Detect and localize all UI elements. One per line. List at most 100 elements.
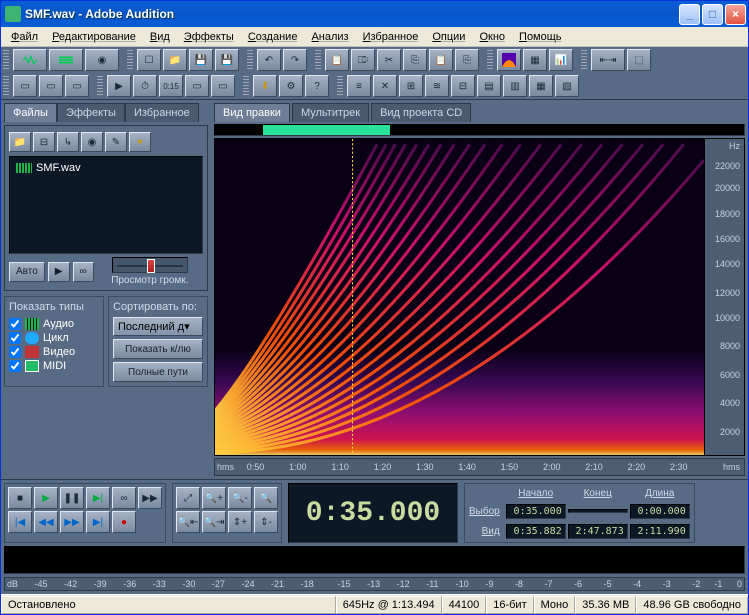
play-loop-icon[interactable]: ∞ xyxy=(112,487,136,509)
fx-4-icon[interactable]: ≋ xyxy=(425,75,449,97)
file-list[interactable]: SMF.wav xyxy=(9,156,203,254)
close-button[interactable]: × xyxy=(725,4,746,25)
zoom-vert-in-icon[interactable]: ⇕+ xyxy=(228,511,252,533)
preview-play-icon[interactable]: ▶ xyxy=(48,262,70,282)
toolbar-grip[interactable] xyxy=(3,76,9,96)
new-icon[interactable]: ☐ xyxy=(137,49,161,71)
play-icon[interactable]: ▶ xyxy=(34,487,58,509)
trim-icon[interactable]: ⎄ xyxy=(351,49,375,71)
toolbar-grip[interactable] xyxy=(337,76,343,96)
cut-icon[interactable]: ✂ xyxy=(377,49,401,71)
toolbar-grip[interactable] xyxy=(487,50,493,70)
copy-icon[interactable]: ⎘ xyxy=(403,49,427,71)
waveform-view-icon[interactable] xyxy=(13,49,47,71)
menu-options[interactable]: Опции xyxy=(426,29,471,45)
file-item[interactable]: SMF.wav xyxy=(14,161,198,175)
menu-edit[interactable]: Редактирование xyxy=(46,29,142,45)
zoom-sel-icon[interactable]: 🔍 xyxy=(254,487,278,509)
zoom-full-icon[interactable]: ⤢ xyxy=(176,487,200,509)
play-skip-icon[interactable]: ▶▶ xyxy=(138,487,162,509)
multitrack-view-icon[interactable] xyxy=(49,49,83,71)
redo-icon[interactable]: ↷ xyxy=(283,49,307,71)
settings-icon[interactable]: ⚙ xyxy=(279,75,303,97)
overview-bar[interactable] xyxy=(214,124,745,136)
save-copy-icon[interactable]: 💾 xyxy=(215,49,239,71)
forward-icon[interactable]: ▶▶ xyxy=(60,511,84,533)
level-meter-icon[interactable]: ▭ xyxy=(211,75,235,97)
paste-icon[interactable]: 📋 xyxy=(429,49,453,71)
menu-view[interactable]: Вид xyxy=(144,29,176,45)
pause-icon[interactable]: ❚❚ xyxy=(60,487,84,509)
sidebar-tab-effects[interactable]: Эффекты xyxy=(57,103,125,122)
zoom-vert-out-icon[interactable]: ⇕- xyxy=(254,511,278,533)
view-end[interactable]: 2:47.873 xyxy=(568,524,628,539)
preview-volume-slider[interactable] xyxy=(112,257,188,273)
view-tab-cd[interactable]: Вид проекта CD xyxy=(371,103,471,122)
preview-loop-icon[interactable]: ∞ xyxy=(73,262,94,282)
view-start[interactable]: 0:35.882 xyxy=(506,524,566,539)
sel-length[interactable]: 0:00.000 xyxy=(630,504,690,519)
insert-cd-icon[interactable]: ◉ xyxy=(81,132,103,152)
auto-play-button[interactable]: Авто xyxy=(9,262,45,282)
marquee-tool-icon[interactable]: ⬚ xyxy=(627,49,651,71)
level-meter[interactable] xyxy=(4,546,745,574)
show-type-audio[interactable]: Аудио xyxy=(9,317,99,331)
toolbar-grip[interactable] xyxy=(3,50,9,70)
menu-window[interactable]: Окно xyxy=(473,29,511,45)
cd-view-icon[interactable]: ◉ xyxy=(85,49,119,71)
rewind-icon[interactable]: ◀◀ xyxy=(34,511,58,533)
insert-multitrack-icon[interactable]: ↳ xyxy=(57,132,79,152)
stop-icon[interactable]: ■ xyxy=(8,487,32,509)
freq-analysis-icon[interactable]: 📊 xyxy=(549,49,573,71)
view-length[interactable]: 2:11.990 xyxy=(630,524,690,539)
time-select-tool-icon[interactable]: ⇤⇥ xyxy=(591,49,625,71)
menu-help[interactable]: Помощь xyxy=(513,29,568,45)
spectrogram-display[interactable] xyxy=(215,139,704,455)
view-tab-edit[interactable]: Вид правки xyxy=(214,103,290,122)
help-icon[interactable]: ? xyxy=(305,75,329,97)
undo-icon[interactable]: ↶ xyxy=(257,49,281,71)
spectral-toggle-icon[interactable] xyxy=(497,49,521,71)
options-icon[interactable]: ▾ xyxy=(129,132,151,152)
zoom-in-right-icon[interactable]: 🔍⇥ xyxy=(202,511,226,533)
time-format-icon[interactable]: 0:15 xyxy=(159,75,183,97)
toolbar-grip[interactable] xyxy=(315,50,321,70)
toolbar-grip[interactable] xyxy=(97,76,103,96)
zoom-in-left-icon[interactable]: 🔍⇤ xyxy=(176,511,200,533)
maximize-button[interactable]: □ xyxy=(702,4,723,25)
show-type-midi[interactable]: MIDI xyxy=(9,359,99,373)
minimize-button[interactable]: _ xyxy=(679,4,700,25)
save-icon[interactable]: 💾 xyxy=(189,49,213,71)
fx-2-icon[interactable]: ✕ xyxy=(373,75,397,97)
menu-favorites[interactable]: Избранное xyxy=(357,29,425,45)
marker-play-icon[interactable]: ▶ xyxy=(107,75,131,97)
play-to-end-icon[interactable]: ▶| xyxy=(86,487,110,509)
go-start-icon[interactable]: |◀ xyxy=(8,511,32,533)
show-type-video[interactable]: Видео xyxy=(9,345,99,359)
panel-2-icon[interactable]: ▭ xyxy=(39,75,63,97)
zoom-in-icon[interactable]: 🔍+ xyxy=(202,487,226,509)
copy-new-icon[interactable]: 📋 xyxy=(325,49,349,71)
fx-1-icon[interactable]: ≡ xyxy=(347,75,371,97)
go-end-icon[interactable]: ▶| xyxy=(86,511,110,533)
overview-selection[interactable] xyxy=(263,125,390,135)
fx-5-icon[interactable]: ⊟ xyxy=(451,75,475,97)
sel-end[interactable] xyxy=(568,509,628,513)
panel-3-icon[interactable]: ▭ xyxy=(65,75,89,97)
toolbar-grip[interactable] xyxy=(127,50,133,70)
menu-effects[interactable]: Эффекты xyxy=(178,29,240,45)
show-type-loop[interactable]: Цикл xyxy=(9,331,99,345)
show-hint-button[interactable]: Показать к/лю xyxy=(113,339,203,359)
sidebar-tab-files[interactable]: Файлы xyxy=(4,103,57,122)
view-tab-multitrack[interactable]: Мультитрек xyxy=(292,103,369,122)
grid-icon[interactable]: ▦ xyxy=(523,49,547,71)
time-ruler[interactable]: hms 0:50 1:00 1:10 1:20 1:30 1:40 1:50 2… xyxy=(214,458,745,476)
fx-7-icon[interactable]: ▥ xyxy=(503,75,527,97)
fx-9-icon[interactable]: ▧ xyxy=(555,75,579,97)
full-paths-button[interactable]: Полные пути xyxy=(113,362,203,382)
convert-icon[interactable]: ⬇ xyxy=(253,75,277,97)
fx-6-icon[interactable]: ▤ xyxy=(477,75,501,97)
fx-8-icon[interactable]: ▦ xyxy=(529,75,553,97)
open-icon[interactable]: 📁 xyxy=(163,49,187,71)
selection-panel-icon[interactable]: ▭ xyxy=(185,75,209,97)
